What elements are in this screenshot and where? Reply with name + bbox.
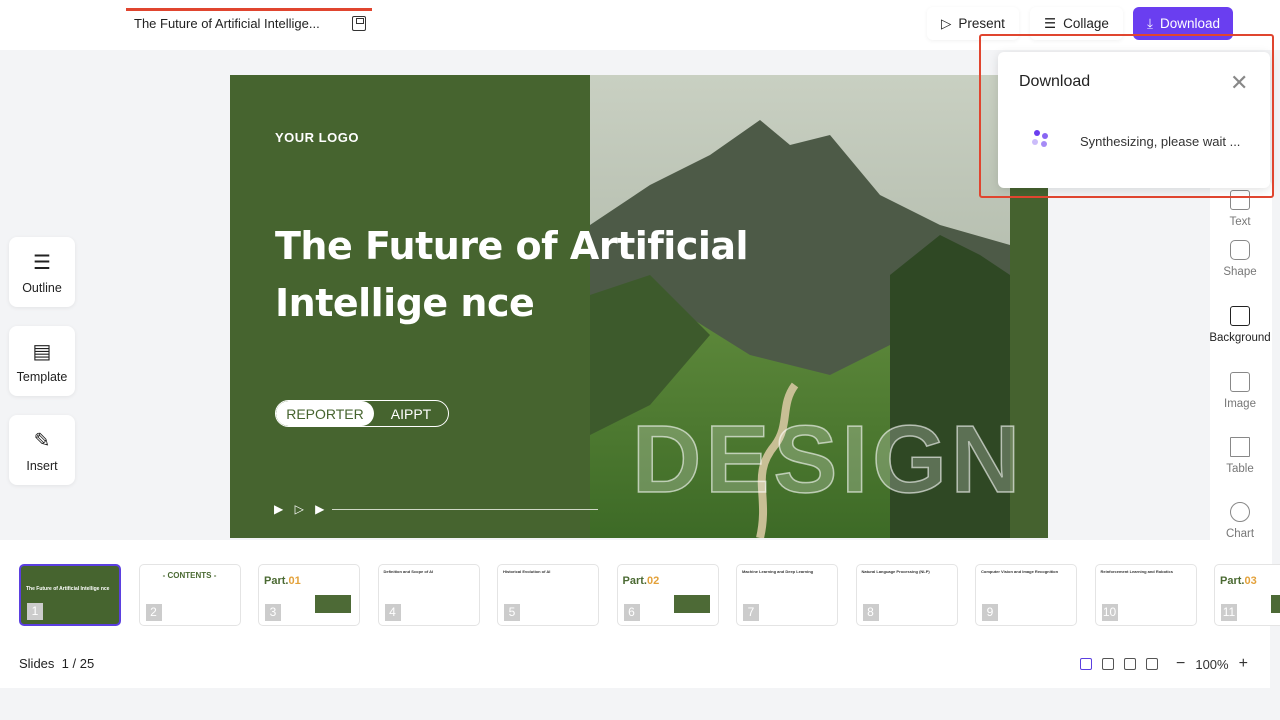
table-tool[interactable]: Table <box>1210 437 1270 475</box>
slide-canvas[interactable]: YOUR LOGO The Future of Artificial Intel… <box>230 75 1048 538</box>
thumb-number: 3 <box>265 604 281 621</box>
zoom-out-button[interactable]: − <box>1176 655 1185 673</box>
thumb-number: 11 <box>1221 604 1237 621</box>
slide-thumbnail[interactable]: Computer Vision and Image Recognition 9 <box>975 564 1077 626</box>
highlight-box <box>979 34 1274 198</box>
slide-thumbnail[interactable]: - CONTENTS - 2 <box>138 564 241 626</box>
document-title[interactable]: The Future of Artificial Intellige... <box>134 16 320 31</box>
arrow-decoration: ▶ ▷ ▶ <box>274 502 329 516</box>
thumb-number: 2 <box>145 604 162 621</box>
thumb-number: 1 <box>27 603 43 620</box>
view-controls: − 100% + <box>1080 655 1248 673</box>
title-accent <box>126 8 372 11</box>
thumb-title: Historical Evolution of AI <box>503 569 551 574</box>
outline-button[interactable]: ☰ Outline <box>9 237 75 307</box>
table-icon <box>1230 437 1250 457</box>
design-watermark: DESIGN <box>631 405 1025 514</box>
template-icon: ▤ <box>32 340 52 363</box>
slide-logo: YOUR LOGO <box>275 130 359 145</box>
thumb-title: Machine Learning and Deep Learning <box>742 569 814 574</box>
insert-icon: ✎ <box>33 429 51 452</box>
thumb-title: Reinforcement Learning and Robotics <box>1100 569 1173 574</box>
slide-thumbnail[interactable]: The Future of Artificial Intellige nce 1 <box>19 564 121 626</box>
thumb-number: 10 <box>1101 604 1118 621</box>
fullscreen-icon[interactable] <box>1146 658 1158 670</box>
shape-tool[interactable]: Shape <box>1210 240 1270 278</box>
collage-icon: ☰ <box>1044 15 1057 31</box>
slide-thumbnail[interactable]: Reinforcement Learning and Robotics 10 <box>1094 564 1197 626</box>
thumb-number: 4 <box>384 604 401 621</box>
thumb-number: 6 <box>623 604 640 621</box>
thumb-part: Part.03 <box>1220 575 1257 587</box>
thumb-title: Natural Language Processing (NLP) <box>861 569 930 574</box>
slide-counter: Slides 1 / 25 <box>19 656 95 671</box>
download-icon: ⤓ <box>1147 15 1153 31</box>
slide-thumbnail[interactable]: Definition and Scope of AI 4 <box>377 564 480 626</box>
background-tool[interactable]: Background <box>1209 306 1271 344</box>
insert-button[interactable]: ✎ Insert <box>9 415 75 485</box>
thumb-number: 5 <box>504 604 520 621</box>
zoom-level: 100% <box>1195 656 1229 672</box>
thumb-title: Computer Vision and Image Recognition <box>981 569 1059 574</box>
slide-thumbnail[interactable]: Part.02 6 <box>616 564 719 626</box>
slide-thumbnail[interactable]: Machine Learning and Deep Learning 7 <box>736 564 838 626</box>
thumb-part: Part.02 <box>622 575 660 587</box>
slide-thumbnail[interactable]: Part.03 11 <box>1214 564 1280 626</box>
play-icon: ▷ <box>941 15 952 31</box>
pie-chart-icon <box>1230 502 1250 522</box>
thumb-number: 9 <box>982 604 998 621</box>
zoom-in-button[interactable]: + <box>1239 655 1248 673</box>
image-icon <box>1230 372 1250 392</box>
outline-icon: ☰ <box>33 251 51 274</box>
divider-line <box>332 509 598 510</box>
thumb-number: 8 <box>862 604 879 621</box>
normal-view-icon[interactable] <box>1080 658 1092 670</box>
thumb-title: Definition and Scope of AI <box>383 569 434 574</box>
thumb-title: - CONTENTS - <box>162 571 217 580</box>
grid-view-icon[interactable] <box>1102 658 1114 670</box>
thumb-part: Part.01 <box>264 575 301 587</box>
template-button[interactable]: ▤ Template <box>9 326 75 396</box>
background-icon <box>1230 306 1250 326</box>
slide-thumbnail[interactable]: Natural Language Processing (NLP) 8 <box>855 564 958 626</box>
slide-title[interactable]: The Future of Artificial Intellige nce <box>275 218 875 332</box>
shape-icon <box>1230 240 1250 260</box>
fit-screen-icon[interactable] <box>1124 658 1136 670</box>
slide-thumbnail[interactable]: Historical Evolution of AI 5 <box>497 564 599 626</box>
reporter-pill: REPORTER AIPPT <box>275 400 449 427</box>
thumb-title: The Future of Artificial Intellige nce <box>26 586 110 592</box>
image-tool[interactable]: Image <box>1210 372 1270 410</box>
thumb-number: 7 <box>743 604 759 621</box>
save-icon[interactable] <box>352 16 366 31</box>
slide-thumbnail[interactable]: Part.01 3 <box>258 564 360 626</box>
chart-tool[interactable]: Chart <box>1210 502 1270 540</box>
